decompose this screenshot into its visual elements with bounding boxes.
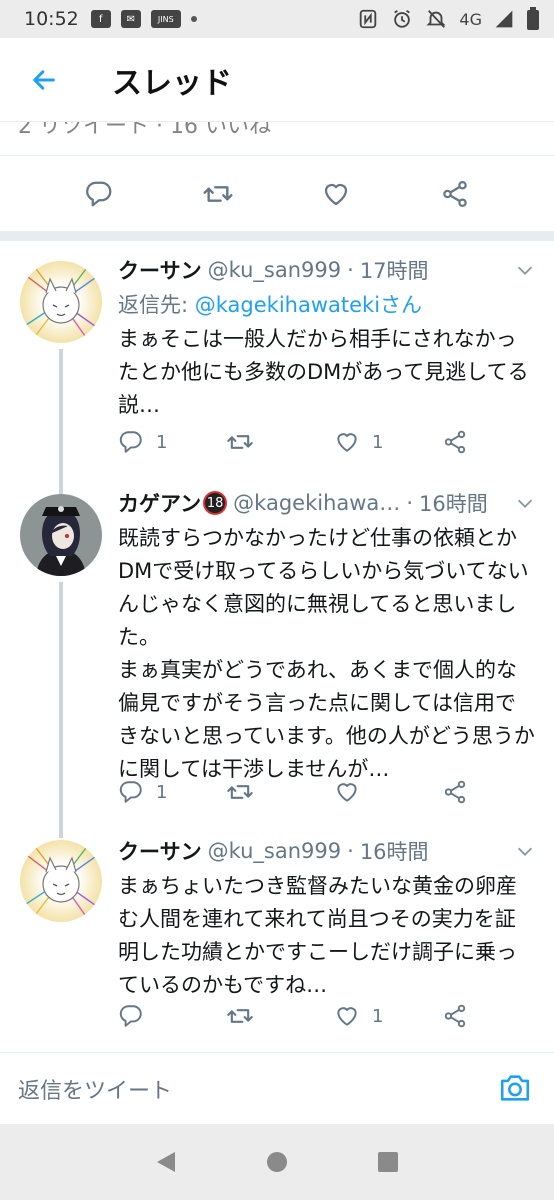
retweet-icon: [203, 185, 233, 202]
reply-to-label: 返信先:: [118, 293, 195, 317]
reply-button[interactable]: [118, 1003, 226, 1029]
avatar[interactable]: [20, 840, 102, 922]
status-time: 10:52: [24, 8, 79, 30]
like-button[interactable]: [334, 779, 442, 805]
home-circle-icon: [266, 1152, 287, 1172]
mail-icon: ✉: [120, 10, 141, 28]
reply-button[interactable]: 1: [118, 779, 226, 805]
like-count: 1: [372, 1005, 384, 1027]
share-icon: [443, 180, 467, 207]
reply-icon: [119, 431, 142, 453]
reply-input[interactable]: 返信をツイート: [18, 1073, 172, 1105]
share-icon: [444, 1004, 466, 1028]
reply-count: 1: [156, 431, 168, 453]
chevron-down-icon[interactable]: [514, 259, 536, 281]
facebook-icon: f: [90, 10, 111, 28]
main-share-button[interactable]: [435, 174, 475, 214]
section-divider: [0, 231, 554, 241]
nav-back-button[interactable]: [152, 1148, 180, 1176]
share-button[interactable]: [442, 779, 478, 805]
like-count: 1: [372, 431, 384, 453]
reply-button[interactable]: 1: [118, 429, 226, 455]
avatar[interactable]: [20, 261, 102, 343]
heart-icon: [337, 433, 357, 452]
reply-tweet-2[interactable]: カゲアン 18 @kagekihawa… · 16時間 既読すらつかなかったけど…: [0, 486, 554, 826]
reply-count: 1: [156, 781, 168, 803]
timestamp: 17時間: [359, 259, 429, 283]
heart-icon: [337, 783, 357, 802]
main-reply-button[interactable]: [79, 174, 119, 214]
user-handle: @kagekihawa…: [233, 491, 401, 515]
like-button[interactable]: 1: [334, 429, 442, 455]
like-button[interactable]: 1: [334, 1003, 442, 1029]
system-nav-bar: [0, 1124, 554, 1200]
thread-line: [59, 349, 63, 486]
tweet-text: 既読すらつかなかったけど仕事の依頼とかDMで受け取ってるらしいから気づいてないん…: [118, 526, 535, 781]
tweet-actions: 1: [118, 998, 478, 1034]
retweet-button[interactable]: [226, 778, 334, 806]
recents-square-icon: [378, 1152, 399, 1172]
notification-dot-icon: [190, 16, 197, 22]
reply-icon: [119, 1005, 142, 1027]
mute-bell-icon: [426, 10, 446, 28]
retweet-icon: [227, 435, 253, 449]
status-bar: 10:52 f ✉ JINS 4G: [0, 0, 554, 38]
timestamp: 16時間: [419, 492, 488, 516]
tweet-actions: 1 1: [118, 424, 478, 460]
tweet-actions: 1: [118, 774, 478, 810]
display-name[interactable]: カゲアン: [118, 488, 201, 518]
share-button[interactable]: [442, 1003, 478, 1029]
thread-line: [59, 582, 63, 826]
main-like-button[interactable]: [316, 174, 356, 214]
reply-to-line: 返信先: @kagekihawatekiさん: [118, 289, 536, 319]
user-handle: @ku_san999: [207, 839, 342, 863]
back-button-overlay[interactable]: [22, 58, 66, 102]
top-app-bar-overlay: スレッド: [0, 38, 554, 122]
reply-composer[interactable]: 返信をツイート: [0, 1052, 554, 1124]
back-arrow-icon: [33, 69, 55, 90]
nfc-icon: [360, 9, 377, 29]
heart-icon: [337, 1007, 357, 1026]
share-icon: [444, 780, 466, 804]
thread-line: [59, 826, 63, 838]
chevron-down-icon[interactable]: [514, 492, 536, 514]
user-handle: @ku_san999: [207, 258, 342, 282]
retweet-icon: [227, 1009, 253, 1023]
chevron-down-icon[interactable]: [514, 840, 536, 862]
avatar[interactable]: [20, 494, 102, 576]
retweet-icon: [227, 785, 253, 799]
alarm-icon: [394, 9, 411, 28]
share-icon: [444, 430, 466, 454]
age-18-badge-icon: 18: [203, 491, 228, 515]
jins-icon: JINS: [150, 10, 181, 28]
timestamp: 16時間: [359, 840, 429, 864]
camera-icon[interactable]: [498, 1071, 532, 1105]
main-retweet-button[interactable]: [198, 174, 238, 214]
retweet-button[interactable]: [226, 1002, 334, 1030]
nav-home-button[interactable]: [263, 1148, 291, 1176]
back-triangle-icon: [156, 1152, 175, 1172]
tweet-text: まぁちょいたつき監督みたいな黄金の卵産む人間を連れて来れて尚且つその実力を証明し…: [118, 874, 517, 997]
nav-recents-button[interactable]: [374, 1148, 402, 1176]
reply-tweet-3[interactable]: クーサン @ku_san999 · 16時間 まぁちょいたつき監督みたいな黄金の…: [0, 826, 554, 1052]
network-label: 4G: [459, 9, 482, 29]
display-name[interactable]: クーサン: [118, 255, 202, 285]
share-button[interactable]: [442, 429, 478, 455]
main-tweet-actions: [0, 155, 554, 231]
reply-icon: [119, 781, 142, 803]
retweet-button[interactable]: [226, 428, 334, 456]
reply-icon: [86, 181, 112, 206]
page-title-overlay: スレッド: [112, 65, 232, 101]
signal-icon: [495, 10, 513, 28]
heart-icon: [325, 183, 348, 205]
tweet-text: まぁそこは一般人だから相手にされなかったとか他にも多数のDMがあって見逃してる説…: [118, 327, 529, 417]
display-name[interactable]: クーサン: [118, 836, 202, 866]
battery-icon: [527, 7, 539, 30]
reply-tweet-1[interactable]: クーサン @ku_san999 · 17時間 返信先: @kagekihawat…: [0, 241, 554, 486]
reply-to-mention[interactable]: @kagekihawatekiさん: [195, 293, 422, 317]
